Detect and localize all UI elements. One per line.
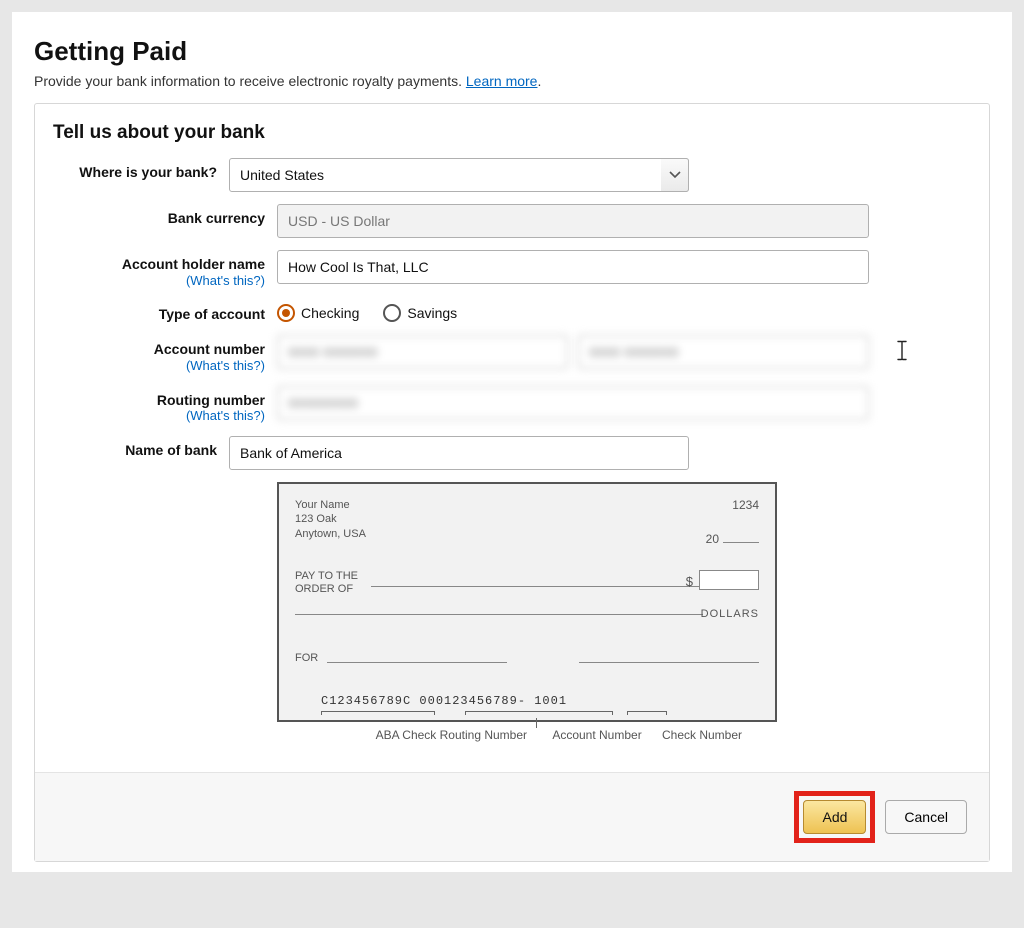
label-bank-name-text: Name of bank <box>125 442 217 458</box>
check-signature-line <box>579 662 759 663</box>
subtitle-text: Provide your bank information to receive… <box>34 73 466 89</box>
account-number-input[interactable] <box>277 335 568 369</box>
row-routing-number: Routing number (What's this?) <box>35 386 989 424</box>
check-name-line3: Anytown, USA <box>295 527 366 541</box>
panel-title: Tell us about your bank <box>53 122 989 144</box>
label-bank-location: Where is your bank? <box>35 158 229 181</box>
page-title: Getting Paid <box>34 36 990 67</box>
check-payto-line <box>371 586 705 587</box>
row-account-number: Account number (What's this?) <box>35 335 989 373</box>
holder-name-help-link[interactable]: (What's this?) <box>35 273 265 289</box>
routing-number-input[interactable] <box>277 386 869 420</box>
caption-check: Check Number <box>657 728 747 742</box>
label-holder-name-text: Account holder name <box>122 256 265 272</box>
account-number-confirm-input[interactable] <box>578 335 869 369</box>
check-date-line <box>723 542 759 543</box>
page-container: Getting Paid Provide your bank informati… <box>12 12 1012 872</box>
label-account-number-text: Account number <box>154 341 265 357</box>
label-routing-number-text: Routing number <box>157 392 265 408</box>
check-name-block: Your Name 123 Oak Anytown, USA <box>295 498 366 541</box>
learn-more-link[interactable]: Learn more <box>466 73 538 89</box>
check-name-line1: Your Name <box>295 498 366 512</box>
check-for-label: FOR <box>295 652 318 664</box>
check-bracket-checknum <box>627 711 667 715</box>
check-number: 1234 <box>732 498 759 512</box>
cancel-button[interactable]: Cancel <box>885 800 967 834</box>
check-bracket-routing <box>321 711 435 715</box>
label-bank-location-text: Where is your bank? <box>79 164 217 180</box>
radio-checking[interactable]: Checking <box>277 304 359 322</box>
label-bank-name: Name of bank <box>35 436 229 459</box>
radio-savings-label: Savings <box>407 305 457 321</box>
text-cursor-icon <box>895 341 909 364</box>
bank-location-value[interactable]: United States <box>229 158 689 192</box>
check-for-line <box>327 662 507 663</box>
radio-savings-dot <box>383 304 401 322</box>
holder-name-input[interactable] <box>277 250 869 284</box>
label-account-number: Account number (What's this?) <box>35 335 277 373</box>
check-dollar-sign: $ <box>686 574 693 589</box>
check-image: Your Name 123 Oak Anytown, USA 1234 20 P… <box>277 482 777 722</box>
check-name-line2: 123 Oak <box>295 512 366 526</box>
check-payto-label: PAY TO THE ORDER OF <box>295 570 367 596</box>
subtitle: Provide your bank information to receive… <box>34 73 990 89</box>
label-routing-number: Routing number (What's this?) <box>35 386 277 424</box>
label-bank-currency: Bank currency <box>35 204 277 227</box>
row-bank-name: Name of bank <box>35 436 989 470</box>
bank-currency-field <box>277 204 869 238</box>
label-holder-name: Account holder name (What's this?) <box>35 250 277 288</box>
label-account-type: Type of account <box>35 300 277 323</box>
check-bracket-account <box>465 711 613 715</box>
row-holder-name: Account holder name (What's this?) <box>35 250 989 288</box>
chevron-down-icon[interactable] <box>661 158 689 192</box>
routing-number-help-link[interactable]: (What's this?) <box>35 408 265 424</box>
bank-location-select[interactable]: United States <box>229 158 689 192</box>
radio-savings[interactable]: Savings <box>383 304 457 322</box>
caption-routing: ABA Check Routing Number <box>277 728 537 742</box>
check-dollars-label: DOLLARS <box>701 608 759 620</box>
account-number-help-link[interactable]: (What's this?) <box>35 358 265 374</box>
add-button[interactable]: Add <box>803 800 866 834</box>
check-illustration: Your Name 123 Oak Anytown, USA 1234 20 P… <box>277 482 777 742</box>
row-bank-location: Where is your bank? United States <box>35 158 989 192</box>
check-dollars-line <box>295 614 703 615</box>
label-account-type-text: Type of account <box>159 306 265 322</box>
radio-checking-label: Checking <box>301 305 359 321</box>
bank-panel: Tell us about your bank Where is your ba… <box>34 103 990 862</box>
label-bank-currency-text: Bank currency <box>168 210 265 226</box>
check-micr-line: C123456789C 000123456789- 1001 <box>321 694 567 708</box>
caption-account: Account Number <box>537 728 657 742</box>
bank-name-input[interactable] <box>229 436 689 470</box>
add-button-highlight: Add <box>794 791 875 843</box>
row-bank-currency: Bank currency <box>35 204 989 238</box>
row-account-type: Type of account Checking Savings <box>35 300 989 323</box>
check-date-prefix: 20 <box>706 532 719 546</box>
subtitle-suffix: . <box>537 73 541 89</box>
check-amount-box <box>699 570 759 590</box>
check-captions: ABA Check Routing Number Account Number … <box>277 728 777 742</box>
radio-checking-dot <box>277 304 295 322</box>
footer-bar: Add Cancel <box>35 772 989 861</box>
